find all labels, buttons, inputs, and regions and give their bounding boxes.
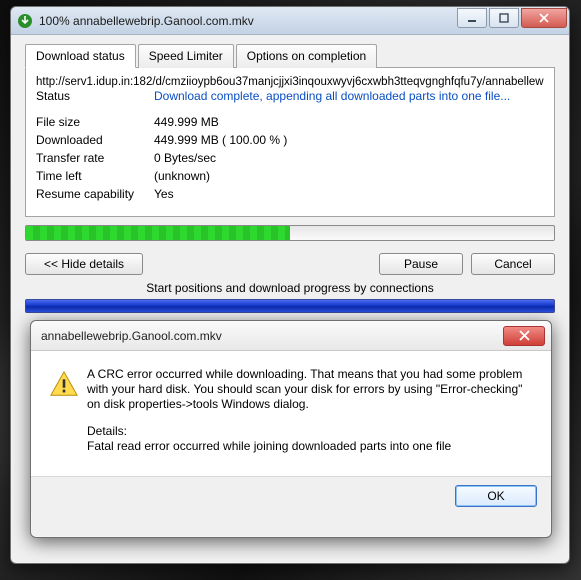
status-label: Status — [36, 88, 154, 104]
tab-bar: Download status Speed Limiter Options on… — [25, 43, 555, 68]
hide-details-button[interactable]: << Hide details — [25, 253, 143, 275]
maximize-button[interactable] — [489, 8, 519, 28]
progress-bar — [25, 225, 555, 241]
error-title: annabellewebrip.Ganool.com.mkv — [41, 329, 503, 343]
tab-options-completion[interactable]: Options on completion — [236, 44, 377, 68]
segment-progress-bar — [25, 299, 555, 313]
progress-fill — [26, 226, 290, 240]
window-title: 100% annabellewebrip.Ganool.com.mkv — [39, 14, 457, 28]
transfer-label: Transfer rate — [36, 150, 154, 166]
error-titlebar[interactable]: annabellewebrip.Ganool.com.mkv — [31, 321, 551, 351]
tab-download-status[interactable]: Download status — [25, 44, 136, 68]
error-dialog: annabellewebrip.Ganool.com.mkv A CRC err… — [30, 320, 552, 538]
pause-button[interactable]: Pause — [379, 253, 463, 275]
timeleft-label: Time left — [36, 168, 154, 184]
resume-value: Yes — [154, 186, 174, 202]
cancel-button[interactable]: Cancel — [471, 253, 555, 275]
tab-speed-limiter[interactable]: Speed Limiter — [138, 44, 234, 68]
downloaded-label: Downloaded — [36, 132, 154, 148]
downloaded-value: 449.999 MB ( 100.00 % ) — [154, 132, 287, 148]
app-icon — [17, 13, 33, 29]
titlebar[interactable]: 100% annabellewebrip.Ganool.com.mkv — [11, 7, 569, 35]
status-value: Download complete, appending all downloa… — [154, 88, 510, 104]
error-details-label: Details: — [87, 424, 127, 438]
error-message: A CRC error occurred while downloading. … — [87, 367, 533, 412]
segment-caption: Start positions and download progress by… — [25, 281, 555, 295]
ok-button[interactable]: OK — [455, 485, 537, 507]
filesize-label: File size — [36, 114, 154, 130]
minimize-button[interactable] — [457, 8, 487, 28]
resume-label: Resume capability — [36, 186, 154, 202]
close-button[interactable] — [521, 8, 567, 28]
download-url: http://serv1.idup.in:182/d/cmziioypb6ou3… — [36, 76, 544, 88]
error-close-button[interactable] — [503, 326, 545, 346]
status-panel: http://serv1.idup.in:182/d/cmziioypb6ou3… — [25, 68, 555, 217]
filesize-value: 449.999 MB — [154, 114, 219, 130]
timeleft-value: (unknown) — [154, 168, 210, 184]
warning-icon — [49, 367, 87, 466]
error-details-text: Fatal read error occurred while joining … — [87, 439, 451, 453]
transfer-value: 0 Bytes/sec — [154, 150, 216, 166]
